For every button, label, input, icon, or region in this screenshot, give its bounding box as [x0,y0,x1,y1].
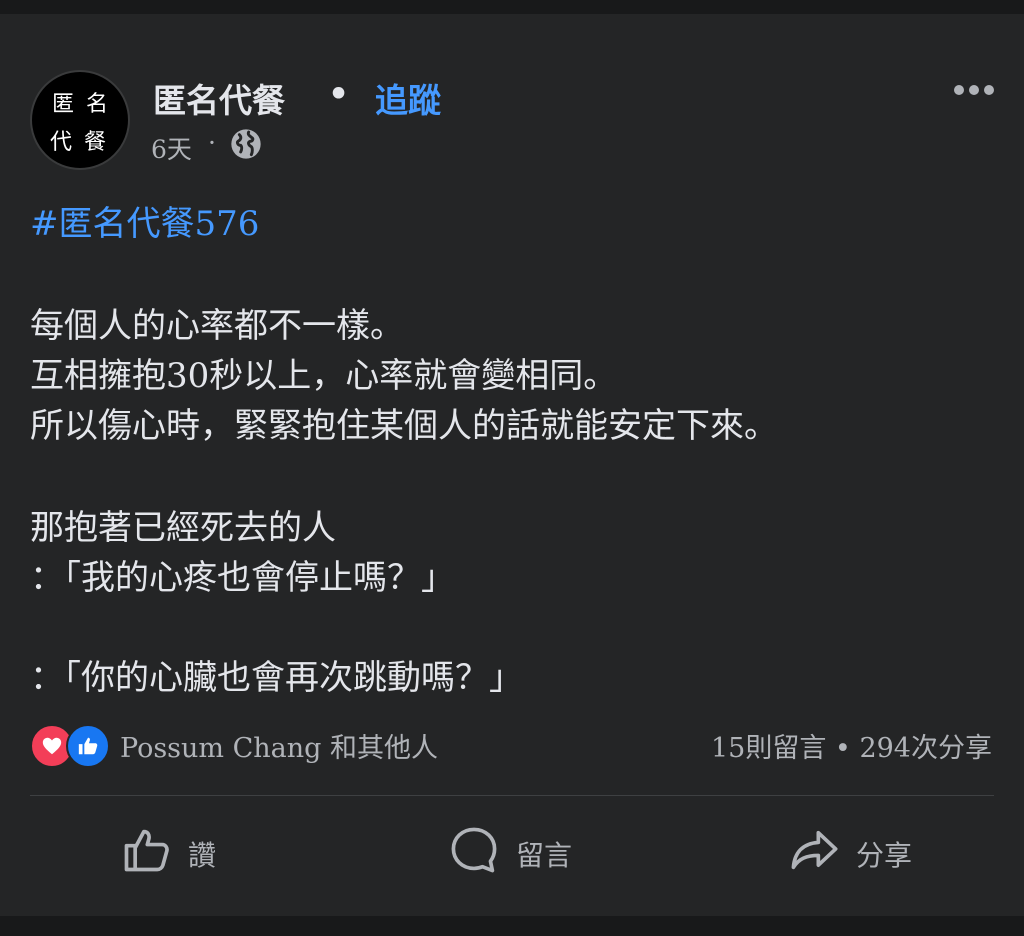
hashtag-link[interactable]: #匿名代餐576 [30,196,259,245]
divider [30,795,994,796]
share-arrow-icon [791,830,838,870]
post-text-line: ：「你的心臟也會再次跳動嗎？」 [30,658,523,698]
page-avatar[interactable]: 匿 名 代 餐 [30,70,130,170]
like-label: 讚 [188,839,217,872]
avatar-char: 代 [50,130,73,155]
globe-icon [231,129,261,159]
thumbs-up-icon [124,829,169,872]
top-edge [0,0,1024,14]
avatar-char: 匿 [52,92,75,117]
comment-button[interactable]: 留言 [448,820,588,880]
post-text-line: 每個人的心率都不一樣。 [30,306,404,346]
meta-separator: · [208,128,216,157]
engagement-counts: 15則留言 • 294次分享 [711,726,992,765]
more-options-icon[interactable] [952,82,996,98]
share-button[interactable]: 分享 [788,820,928,880]
post-text-line: 所以傷心時，緊緊抱住某個人的話就能安定下來。 [30,406,778,446]
post-timestamp[interactable]: 6天 [151,130,192,166]
comment-count[interactable]: 15則留言 [711,733,826,764]
post-text-line: 那抱著已經死去的人 [30,508,336,548]
like-button[interactable]: 讚 [120,820,230,880]
post-text-line: 互相擁抱30秒以上，心率就會變相同。 [30,356,618,396]
share-count[interactable]: 294次分享 [859,733,992,764]
avatar-char: 名 [86,92,109,117]
avatar-char: 餐 [84,130,107,155]
follow-button[interactable]: 追蹤 [375,74,441,122]
reactors-text[interactable]: Possum Chang 和其他人 [120,726,438,765]
like-reaction-icon [66,724,110,768]
bottom-edge [0,916,1024,936]
reaction-summary[interactable] [30,724,112,768]
count-separator: • [834,733,851,764]
page-name-link[interactable]: 匿名代餐 [153,74,285,122]
share-label: 分享 [856,839,913,872]
post-text-line: ：「我的心疼也會停止嗎？」 [30,558,455,598]
comment-bubble-icon [451,827,497,873]
comment-label: 留言 [516,839,573,872]
header-separator: • [328,74,350,113]
